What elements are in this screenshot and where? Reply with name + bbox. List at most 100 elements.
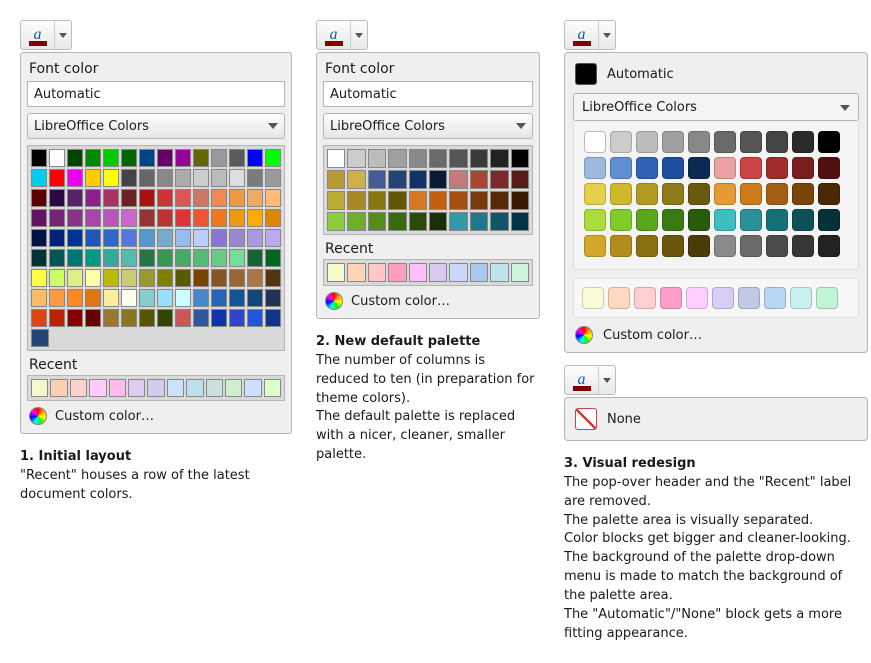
color-swatch[interactable] <box>740 157 762 179</box>
color-swatch[interactable] <box>449 263 467 282</box>
color-swatch[interactable] <box>49 169 65 187</box>
color-swatch[interactable] <box>67 309 83 327</box>
color-swatch[interactable] <box>792 157 814 179</box>
color-swatch[interactable] <box>265 209 281 227</box>
color-swatch[interactable] <box>429 212 447 231</box>
color-swatch[interactable] <box>175 249 191 267</box>
color-swatch[interactable] <box>167 379 184 397</box>
color-swatch[interactable] <box>121 209 137 227</box>
color-swatch[interactable] <box>85 249 101 267</box>
color-swatch[interactable] <box>89 379 106 397</box>
color-swatch[interactable] <box>229 289 245 307</box>
color-swatch[interactable] <box>265 269 281 287</box>
color-swatch[interactable] <box>449 170 467 189</box>
color-swatch[interactable] <box>128 379 145 397</box>
color-swatch[interactable] <box>662 209 684 231</box>
color-swatch[interactable] <box>70 379 87 397</box>
color-swatch[interactable] <box>714 235 736 257</box>
color-swatch[interactable] <box>121 309 137 327</box>
color-swatch[interactable] <box>388 170 406 189</box>
color-swatch[interactable] <box>449 212 467 231</box>
color-swatch[interactable] <box>388 191 406 210</box>
color-swatch[interactable] <box>449 191 467 210</box>
color-swatch[interactable] <box>211 309 227 327</box>
font-color-dropdown-arrow[interactable] <box>351 21 367 49</box>
color-swatch[interactable] <box>157 149 173 167</box>
color-swatch[interactable] <box>103 249 119 267</box>
color-swatch[interactable] <box>211 189 227 207</box>
color-swatch[interactable] <box>121 149 137 167</box>
color-swatch[interactable] <box>67 269 83 287</box>
color-swatch[interactable] <box>327 170 345 189</box>
color-swatch[interactable] <box>139 189 155 207</box>
color-swatch[interactable] <box>31 209 47 227</box>
color-swatch[interactable] <box>49 309 65 327</box>
color-swatch[interactable] <box>792 209 814 231</box>
color-swatch[interactable] <box>584 183 606 205</box>
color-swatch[interactable] <box>327 212 345 231</box>
color-swatch[interactable] <box>265 169 281 187</box>
color-swatch[interactable] <box>229 149 245 167</box>
font-color-split-button[interactable]: a <box>564 20 616 50</box>
color-swatch[interactable] <box>85 189 101 207</box>
color-swatch[interactable] <box>175 289 191 307</box>
color-swatch[interactable] <box>686 287 708 309</box>
color-swatch[interactable] <box>792 235 814 257</box>
color-swatch[interactable] <box>368 170 386 189</box>
color-swatch[interactable] <box>121 249 137 267</box>
color-swatch[interactable] <box>157 309 173 327</box>
color-swatch[interactable] <box>511 149 529 168</box>
color-swatch[interactable] <box>247 309 263 327</box>
color-swatch[interactable] <box>175 309 191 327</box>
color-swatch[interactable] <box>327 263 345 282</box>
color-swatch[interactable] <box>193 169 209 187</box>
color-swatch[interactable] <box>247 249 263 267</box>
color-swatch[interactable] <box>247 209 263 227</box>
custom-color-button[interactable]: Custom color… <box>573 326 859 344</box>
font-color-button-main[interactable]: a <box>21 21 55 49</box>
color-swatch[interactable] <box>193 309 209 327</box>
color-swatch[interactable] <box>347 263 365 282</box>
color-swatch[interactable] <box>490 149 508 168</box>
color-swatch[interactable] <box>103 269 119 287</box>
color-swatch[interactable] <box>662 235 684 257</box>
color-swatch[interactable] <box>247 189 263 207</box>
color-swatch[interactable] <box>388 263 406 282</box>
color-swatch[interactable] <box>347 170 365 189</box>
color-swatch[interactable] <box>229 249 245 267</box>
color-swatch[interactable] <box>766 157 788 179</box>
font-color-split-button[interactable]: a <box>564 365 616 395</box>
color-swatch[interactable] <box>67 149 83 167</box>
color-swatch[interactable] <box>49 289 65 307</box>
color-swatch[interactable] <box>175 169 191 187</box>
automatic-field[interactable]: Automatic <box>27 81 285 107</box>
color-swatch[interactable] <box>211 249 227 267</box>
color-swatch[interactable] <box>470 191 488 210</box>
color-swatch[interactable] <box>225 379 242 397</box>
color-swatch[interactable] <box>67 189 83 207</box>
color-swatch[interactable] <box>265 309 281 327</box>
color-swatch[interactable] <box>247 149 263 167</box>
font-color-dropdown-arrow[interactable] <box>55 21 71 49</box>
color-swatch[interactable] <box>85 169 101 187</box>
color-swatch[interactable] <box>31 309 47 327</box>
color-swatch[interactable] <box>511 170 529 189</box>
color-swatch[interactable] <box>265 229 281 247</box>
color-swatch[interactable] <box>67 249 83 267</box>
color-swatch[interactable] <box>636 183 658 205</box>
color-swatch[interactable] <box>388 212 406 231</box>
font-color-dropdown-arrow[interactable] <box>599 21 615 49</box>
color-swatch[interactable] <box>409 263 427 282</box>
color-swatch[interactable] <box>368 212 386 231</box>
color-swatch[interactable] <box>636 235 658 257</box>
color-swatch[interactable] <box>470 212 488 231</box>
color-swatch[interactable] <box>139 229 155 247</box>
color-swatch[interactable] <box>211 289 227 307</box>
color-swatch[interactable] <box>792 183 814 205</box>
automatic-button[interactable]: Automatic <box>573 61 859 93</box>
color-swatch[interactable] <box>85 229 101 247</box>
color-swatch[interactable] <box>714 131 736 153</box>
none-button[interactable]: None <box>573 406 859 432</box>
color-swatch[interactable] <box>265 189 281 207</box>
color-swatch[interactable] <box>103 169 119 187</box>
